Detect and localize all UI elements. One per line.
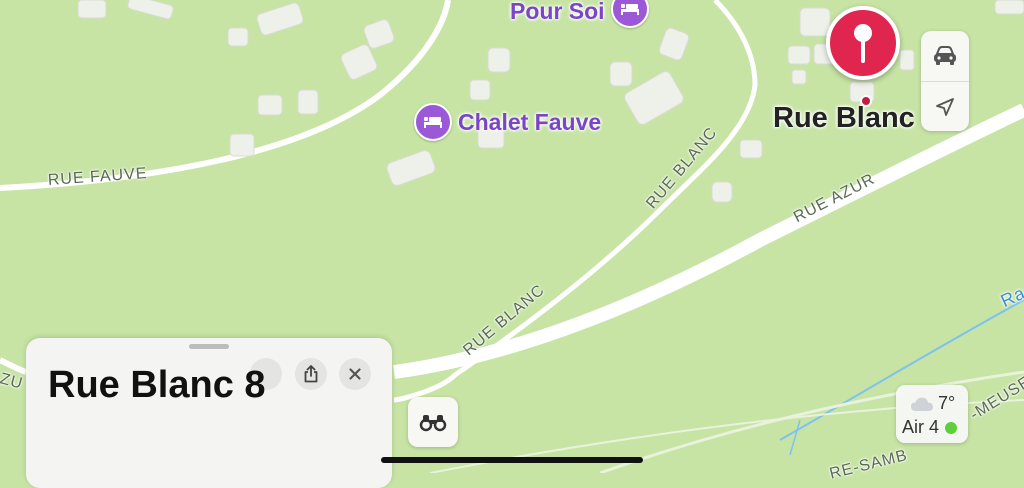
pin-label: Rue Blanc — [773, 102, 915, 134]
location-arrow-icon — [936, 98, 954, 116]
bed-icon — [414, 103, 452, 141]
drive-mode-button[interactable] — [921, 31, 969, 81]
current-location-button[interactable] — [921, 81, 969, 131]
close-icon — [349, 368, 361, 380]
pushpin-icon — [854, 24, 872, 63]
look-around-button[interactable] — [408, 397, 458, 447]
air-quality-label: Air 4 — [902, 417, 940, 437]
place-title: Rue Blanc 8 — [48, 364, 266, 406]
bed-icon — [610, 0, 649, 28]
map-controls — [921, 31, 969, 131]
selected-pin[interactable] — [826, 6, 900, 80]
air-quality-indicator — [945, 421, 958, 434]
poi-label: Chalet Fauve — [458, 108, 602, 135]
binoculars-icon — [419, 415, 447, 432]
poi-label: Pour Soi — [510, 0, 605, 24]
weather-temperature: 7° — [938, 393, 956, 413]
share-button[interactable] — [295, 358, 327, 390]
close-button[interactable] — [339, 358, 371, 390]
share-icon — [304, 365, 318, 383]
poi-pour-soi[interactable]: Pour Soi — [510, 0, 649, 28]
home-indicator[interactable] — [381, 457, 643, 463]
car-icon — [934, 46, 956, 65]
poi-chalet-fauve[interactable]: Chalet Fauve — [414, 103, 601, 141]
place-sheet[interactable]: Rue Blanc 8 — [26, 338, 392, 488]
weather-widget[interactable]: 7° Air 4 — [896, 385, 968, 443]
sheet-grabber[interactable] — [189, 344, 229, 349]
cloud-icon — [911, 397, 933, 411]
